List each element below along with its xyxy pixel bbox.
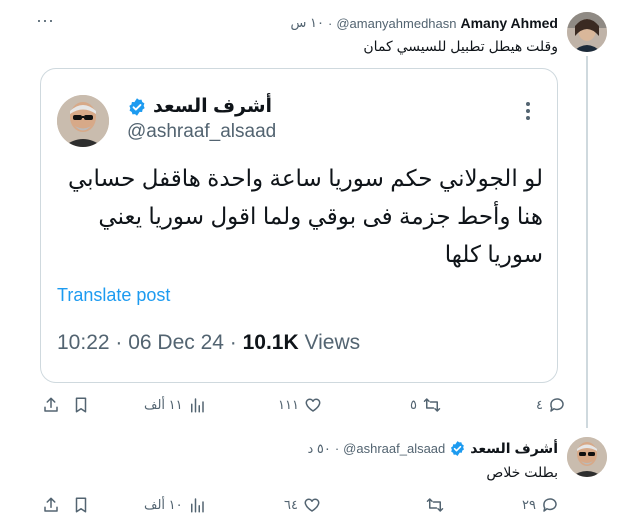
like-count: ١١١ (278, 397, 299, 412)
tweet2-header: ٥٠ د · @ashraaf_alsaad أشرف السعد (307, 440, 558, 457)
verified-badge-icon (451, 441, 465, 456)
avatar-ashraf-quoted[interactable] (57, 95, 109, 147)
quoted-timestamp-row: 10:22 · 06 Dec 24 · 10.1K Views (57, 331, 360, 355)
quoted-views-label: Views (298, 331, 361, 354)
tweet1-text: وقلت هيطل تطبيل للسيسي كمان (363, 38, 558, 54)
heart-icon (304, 498, 320, 512)
share-icon (44, 497, 58, 512)
views-icon (190, 398, 204, 413)
quoted-views-count: 10.1K (242, 331, 299, 354)
reply-icon (550, 398, 564, 412)
retweet-icon (426, 498, 444, 512)
tweet1-header: ١٠ س · @amanyahmedhasn Amany Ahmed (290, 15, 558, 31)
quoted-tweet-card[interactable]: أشرف السعد @ashraaf_alsaad لو الجولاني ح… (40, 68, 558, 383)
views-button[interactable]: ١١ ألف (144, 396, 206, 414)
retweet-count: ٥ (410, 397, 417, 412)
heart-icon (305, 398, 321, 412)
bookmark-button[interactable] (72, 496, 90, 514)
reply-icon (543, 498, 557, 512)
retweet-button[interactable] (420, 496, 445, 514)
views-button[interactable]: ١٠ ألف (144, 496, 206, 514)
like-count: ٦٤ (284, 497, 298, 512)
quoted-name[interactable]: أشرف السعد (153, 95, 272, 118)
tweet2-name[interactable]: أشرف السعد (470, 440, 558, 457)
tweet2-handle[interactable]: @ashraaf_alsaad (343, 441, 445, 456)
quoted-time[interactable]: 10:22 · 06 Dec 24 · (57, 331, 243, 354)
translate-post-link[interactable]: Translate post (57, 285, 170, 306)
share-icon (44, 397, 58, 412)
reply-button[interactable]: ٢٩ (522, 496, 559, 514)
tweet2-time[interactable]: ٥٠ د (307, 441, 330, 457)
views-count: ١٠ ألف (144, 497, 183, 512)
reply-count: ٢٩ (522, 497, 536, 512)
share-button[interactable] (42, 396, 60, 414)
tweet1-name[interactable]: Amany Ahmed (460, 15, 558, 31)
avatar-amany[interactable] (567, 12, 607, 52)
bookmark-button[interactable] (72, 396, 90, 414)
verified-badge-icon (129, 97, 145, 116)
tweet2-text: بطلت خلاص (486, 464, 558, 480)
tweet2-actions: ١٠ ألف ٦٤ ٢٩ (40, 496, 558, 516)
bookmark-icon (75, 497, 87, 513)
like-button[interactable]: ٦٤ (284, 496, 321, 514)
quoted-text: لو الجولاني حكم سوريا ساعة واحدة هاقفل ح… (53, 159, 543, 273)
views-icon (190, 498, 204, 513)
quoted-text-line: سوريا كلها (444, 241, 543, 267)
quoted-more-icon[interactable] (525, 101, 531, 126)
like-button[interactable]: ١١١ (278, 396, 322, 414)
views-count: ١١ ألف (144, 397, 183, 412)
avatar-ashraf[interactable] (567, 437, 607, 477)
reply-button[interactable]: ٤ (536, 396, 566, 414)
retweet-button[interactable]: ٥ (410, 396, 442, 414)
quoted-text-line: لو الجولاني حكم سوريا ساعة واحدة هاقفل ح… (67, 165, 543, 191)
bookmark-icon (75, 397, 87, 413)
tweet1-actions: ١١ ألف ١١١ ٥ ٤ (40, 396, 564, 416)
quoted-handle[interactable]: @ashraaf_alsaad (127, 121, 276, 143)
tweet1-time[interactable]: ١٠ س (291, 15, 324, 31)
quoted-name-row: أشرف السعد (127, 95, 272, 118)
tweet1-more-icon[interactable]: ··· (36, 10, 54, 31)
reply-count: ٤ (536, 397, 543, 412)
quoted-text-line: هنا وأحط جزمة فى بوقي ولما اقول سوريا يع… (98, 203, 543, 229)
thread-line (586, 56, 588, 428)
tweet1-handle[interactable]: @amanyahmedhasn (336, 16, 456, 31)
retweet-icon (423, 398, 441, 412)
share-button[interactable] (42, 496, 60, 514)
